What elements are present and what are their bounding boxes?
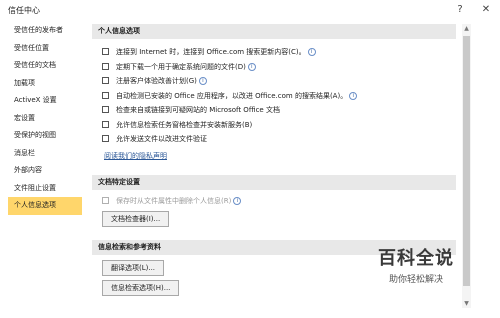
checkbox[interactable]	[102, 135, 109, 142]
scroll-up-icon[interactable]: ▲	[462, 24, 471, 33]
document-inspector-button[interactable]: 文档检查器(I)...	[102, 211, 170, 227]
sidebar-item-file-block-settings[interactable]: 文件阻止设置	[8, 180, 82, 198]
option-research-pane-services[interactable]: 允许信息检索任务窗格检查并安装新服务(B)	[92, 118, 456, 133]
sidebar: 受信任的发布者 受信任位置 受信任的文档 加载项 ActiveX 设置 宏设置 …	[8, 22, 82, 302]
doc-settings-section-header: 文档特定设置	[92, 174, 456, 190]
translation-options-button[interactable]: 翻译选项(L)...	[102, 260, 165, 276]
checkbox[interactable]	[102, 91, 109, 99]
research-options-button[interactable]: 信息检索选项(H)...	[102, 280, 180, 296]
sidebar-item-add-ins[interactable]: 加载项	[8, 75, 82, 93]
info-icon: i	[307, 48, 316, 56]
sidebar-item-trusted-locations[interactable]: 受信任位置	[8, 40, 82, 58]
info-icon: i	[349, 91, 358, 100]
option-customer-experience-program[interactable]: 注册客户体验改善计划(G) i	[92, 74, 456, 89]
help-button[interactable]: ?	[448, 2, 472, 18]
sidebar-item-macro-settings[interactable]: 宏设置	[8, 110, 82, 128]
close-button[interactable]: ✕	[474, 2, 498, 18]
checkbox	[102, 196, 109, 204]
option-label: 检查来自或链接到可疑网站的 Microsoft Office 文档	[116, 106, 280, 114]
sidebar-item-trusted-publishers[interactable]: 受信任的发布者	[8, 22, 82, 40]
sidebar-item-privacy-options[interactable]: 个人信息选项	[8, 197, 82, 215]
option-remove-personal-info: 保存时从文件属性中删除个人信息(R) i	[92, 194, 456, 209]
checkbox[interactable]	[102, 48, 109, 55]
privacy-section-header: 个人信息选项	[92, 24, 456, 39]
trust-center-dialog: 信任中心 ? ✕ 受信任的发布者 受信任位置 受信任的文档 加载项 Active…	[0, 0, 500, 318]
sidebar-item-protected-view[interactable]: 受保护的视图	[8, 127, 82, 145]
option-download-diagnostic-file[interactable]: 定期下载一个用于确定系统问题的文件(D) i	[92, 60, 456, 75]
info-icon: i	[198, 77, 207, 85]
sidebar-item-trusted-documents[interactable]: 受信任的文档	[8, 57, 82, 75]
scroll-down-icon[interactable]: ▼	[462, 299, 471, 308]
option-connect-office-com[interactable]: 连接到 Internet 时，连接到 Office.com 搜索更新内容(C)。…	[92, 45, 456, 60]
sidebar-item-external-content[interactable]: 外部内容	[8, 162, 82, 180]
watermark: 百科全说 助你轻松解决	[366, 244, 466, 285]
info-icon: i	[247, 62, 256, 71]
info-icon: i	[233, 196, 242, 205]
option-send-files-validation[interactable]: 允许发送文件以改进文件验证	[92, 132, 456, 147]
option-detect-installed-apps[interactable]: 自动检测已安装的 Office 应用程序，以改进 Office.com 的搜索结…	[92, 89, 456, 104]
option-label: 保存时从文件属性中删除个人信息(R)	[116, 196, 232, 205]
option-label: 注册客户体验改善计划(G)	[116, 77, 197, 85]
option-check-suspicious-sites[interactable]: 检查来自或链接到可疑网站的 Microsoft Office 文档	[92, 103, 456, 118]
title-bar: 信任中心 ? ✕	[0, 0, 500, 20]
option-label: 自动检测已安装的 Office 应用程序，以改进 Office.com 的搜索结…	[116, 91, 348, 100]
dialog-title: 信任中心	[8, 6, 40, 15]
watermark-subtitle: 助你轻松解决	[388, 275, 443, 285]
checkbox[interactable]	[102, 62, 109, 70]
watermark-title: 百科全说	[378, 248, 454, 269]
option-label: 允许发送文件以改进文件验证	[116, 135, 207, 143]
sidebar-item-message-bar[interactable]: 消息栏	[8, 145, 82, 163]
option-label: 连接到 Internet 时，连接到 Office.com 搜索更新内容(C)。	[116, 48, 306, 56]
checkbox[interactable]	[102, 106, 109, 113]
privacy-statement-link[interactable]: 阅读我们的隐私声明	[104, 151, 167, 161]
option-label: 定期下载一个用于确定系统问题的文件(D)	[116, 62, 246, 71]
checkbox[interactable]	[102, 120, 109, 128]
sidebar-item-activex-settings[interactable]: ActiveX 设置	[8, 92, 82, 110]
option-label: 允许信息检索任务窗格检查并安装新服务(B)	[116, 120, 253, 129]
checkbox[interactable]	[102, 77, 109, 84]
